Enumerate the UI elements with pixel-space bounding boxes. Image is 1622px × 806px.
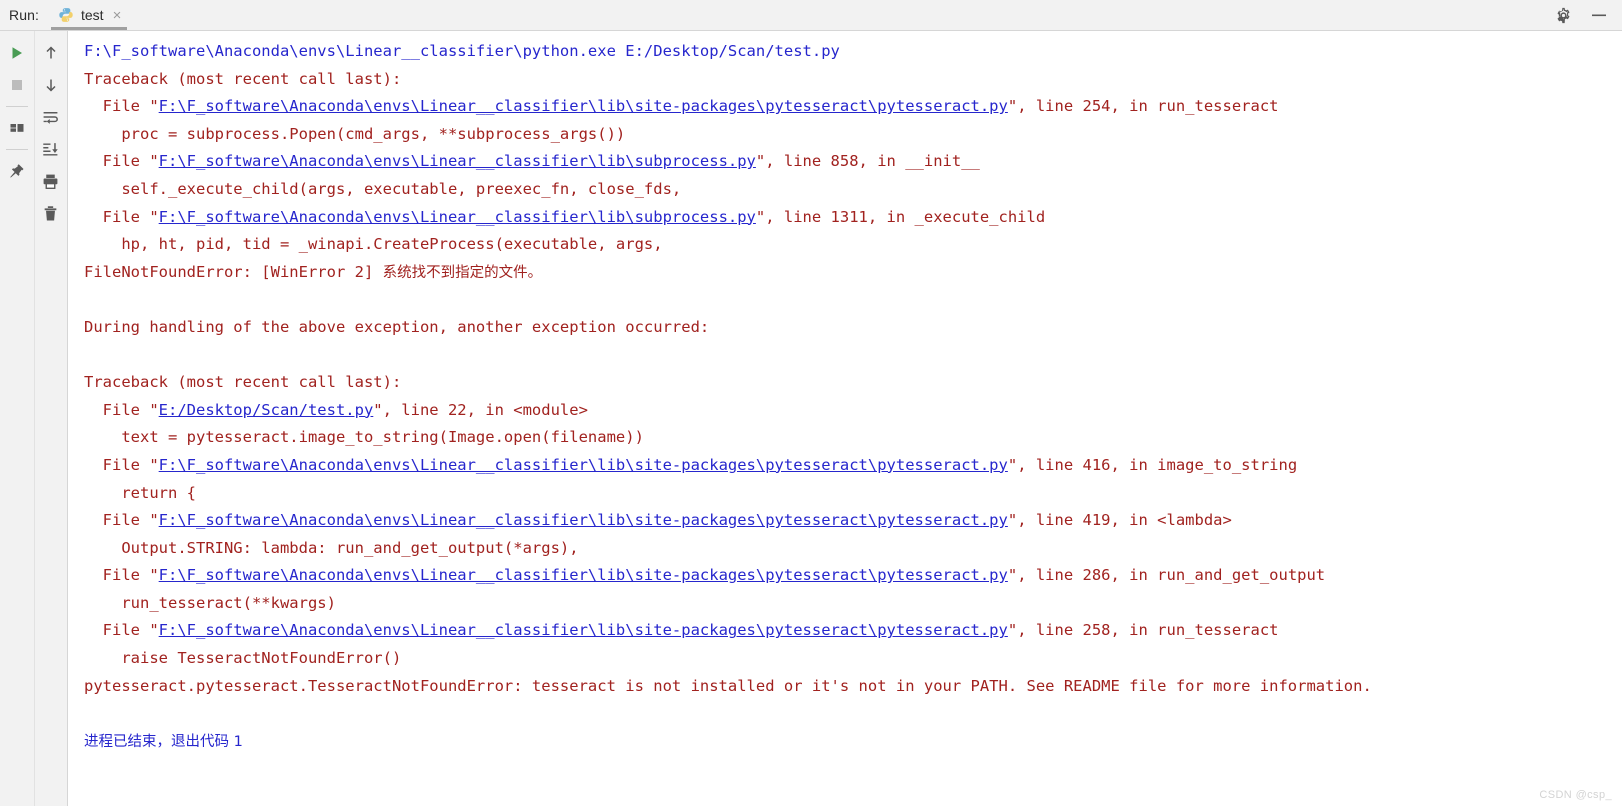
run-label: Run: (9, 7, 39, 23)
console-line: run_tesseract(**kwargs) (84, 590, 1622, 618)
traceback-frame-suffix: ", line 419, in <lambda> (1007, 511, 1232, 530)
layout-button[interactable] (2, 113, 32, 143)
console-line: Output.STRING: lambda: run_and_get_outpu… (84, 535, 1622, 563)
console-line: File "F:\F_software\Anaconda\envs\Linear… (84, 507, 1622, 535)
trash-icon[interactable] (36, 198, 66, 228)
console-line: File "F:\F_software\Anaconda\envs\Linear… (84, 452, 1622, 480)
console-error-text: During handling of the above exception, … (84, 317, 710, 336)
scroll-to-end-icon[interactable] (36, 134, 66, 164)
console-line: During handling of the above exception, … (84, 314, 1622, 342)
traceback-frame-prefix: File " (84, 455, 159, 474)
console-line: pytesseract.pytesseract.TesseractNotFoun… (84, 673, 1622, 701)
console-error-text: proc = subprocess.Popen(cmd_args, **subp… (84, 124, 626, 143)
traceback-file-link[interactable]: F:\F_software\Anaconda\envs\Linear__clas… (159, 456, 1008, 474)
console-line: Traceback (most recent call last): (84, 66, 1622, 94)
console-output[interactable]: F:\F_software\Anaconda\envs\Linear__clas… (68, 31, 1622, 806)
console-error-text: raise TesseractNotFoundError() (84, 649, 402, 668)
console-error-text: self._execute_child(args, executable, pr… (84, 179, 682, 198)
console-line: F:\F_software\Anaconda\envs\Linear__clas… (84, 38, 1622, 66)
traceback-frame-suffix: ", line 258, in run_tesseract (1007, 621, 1279, 640)
console-command-line: F:\F_software\Anaconda\envs\Linear__clas… (84, 42, 840, 60)
run-window-header: Run: test × (0, 0, 1622, 31)
console-error-text: FileNotFoundError: [WinError 2] (84, 262, 383, 281)
traceback-frame-suffix: ", line 858, in __init__ (755, 152, 980, 171)
traceback-frame-prefix: File " (84, 566, 159, 585)
console-line: File "F:\F_software\Anaconda\envs\Linear… (84, 562, 1622, 590)
process-exit-line: 进程已结束，退出代码 1 (84, 733, 243, 750)
traceback-frame-suffix: ", line 1311, in _execute_child (755, 207, 1046, 226)
console-error-text: Output.STRING: lambda: run_and_get_outpu… (84, 538, 579, 557)
traceback-file-link[interactable]: F:\F_software\Anaconda\envs\Linear__clas… (159, 511, 1008, 529)
run-toolbar-secondary (33, 31, 68, 806)
arrow-down-icon[interactable] (36, 70, 66, 100)
close-icon[interactable]: × (113, 8, 122, 23)
minimize-icon[interactable] (1590, 6, 1608, 24)
console-line: File "E:/Desktop/Scan/test.py", line 22,… (84, 397, 1622, 425)
toolbar-divider-2 (5, 149, 28, 150)
console-error-text: text = pytesseract.image_to_string(Image… (84, 428, 644, 447)
rerun-button[interactable] (2, 38, 32, 68)
console-line: File "F:\F_software\Anaconda\envs\Linear… (84, 204, 1622, 232)
run-tab-test[interactable]: test × (47, 0, 131, 30)
traceback-file-link[interactable]: E:/Desktop/Scan/test.py (159, 401, 374, 419)
traceback-frame-prefix: File " (84, 152, 159, 171)
toolbar-divider (5, 106, 28, 107)
console-error-text: Traceback (most recent call last): (84, 373, 402, 392)
pin-icon[interactable] (2, 156, 32, 186)
console-line: hp, ht, pid, tid = _winapi.CreateProcess… (84, 231, 1622, 259)
console-line: return { (84, 480, 1622, 508)
traceback-file-link[interactable]: F:\F_software\Anaconda\envs\Linear__clas… (159, 566, 1008, 584)
traceback-frame-prefix: File " (84, 97, 159, 116)
console-error-text: return { (84, 483, 196, 502)
traceback-frame-prefix: File " (84, 511, 159, 530)
stop-button[interactable] (2, 70, 32, 100)
traceback-frame-prefix: File " (84, 621, 159, 640)
console-line: 进程已结束，退出代码 1 (84, 728, 1622, 756)
console-line: raise TesseractNotFoundError() (84, 645, 1622, 673)
python-file-icon (58, 7, 74, 23)
gear-icon[interactable] (1555, 7, 1572, 24)
console-line: File "F:\F_software\Anaconda\envs\Linear… (84, 93, 1622, 121)
console-line: File "F:\F_software\Anaconda\envs\Linear… (84, 148, 1622, 176)
run-window-body: F:\F_software\Anaconda\envs\Linear__clas… (0, 31, 1622, 806)
traceback-frame-suffix: ", line 416, in image_to_string (1007, 455, 1298, 474)
console-line: Traceback (most recent call last): (84, 369, 1622, 397)
console-error-text: pytesseract.pytesseract.TesseractNotFoun… (84, 676, 1372, 695)
console-line: FileNotFoundError: [WinError 2] 系统找不到指定的… (84, 259, 1622, 287)
traceback-file-link[interactable]: F:\F_software\Anaconda\envs\Linear__clas… (159, 621, 1008, 639)
traceback-file-link[interactable]: F:\F_software\Anaconda\envs\Linear__clas… (159, 152, 756, 170)
console-error-text: run_tesseract(**kwargs) (84, 593, 336, 612)
traceback-frame-suffix: ", line 22, in <module> (373, 400, 588, 419)
traceback-frame-suffix: ", line 254, in run_tesseract (1007, 97, 1279, 116)
console-line: text = pytesseract.image_to_string(Image… (84, 424, 1622, 452)
console-line: proc = subprocess.Popen(cmd_args, **subp… (84, 121, 1622, 149)
run-tab-label: test (80, 7, 104, 23)
console-error-text-localized: 系统找不到指定的文件。 (382, 264, 543, 281)
traceback-frame-prefix: File " (84, 400, 159, 419)
traceback-frame-prefix: File " (84, 207, 159, 226)
arrow-up-icon[interactable] (36, 38, 66, 68)
run-toolbar (0, 31, 68, 806)
run-tool-window: Run: test × F:\F_software\Anaconda\envs\… (0, 0, 1622, 806)
traceback-file-link[interactable]: F:\F_software\Anaconda\envs\Linear__clas… (159, 97, 1008, 115)
run-toolbar-primary (0, 31, 34, 806)
soft-wrap-icon[interactable] (36, 102, 66, 132)
watermark: CSDN @csp_ (1539, 789, 1612, 801)
console-line: self._execute_child(args, executable, pr… (84, 176, 1622, 204)
traceback-file-link[interactable]: F:\F_software\Anaconda\envs\Linear__clas… (159, 208, 756, 226)
traceback-frame-suffix: ", line 286, in run_and_get_output (1007, 566, 1326, 585)
console-line: File "F:\F_software\Anaconda\envs\Linear… (84, 617, 1622, 645)
console-error-text: Traceback (most recent call last): (84, 69, 402, 88)
printer-icon[interactable] (36, 166, 66, 196)
console-lines: F:\F_software\Anaconda\envs\Linear__clas… (68, 38, 1622, 755)
console-error-text: hp, ht, pid, tid = _winapi.CreateProcess… (84, 235, 663, 254)
